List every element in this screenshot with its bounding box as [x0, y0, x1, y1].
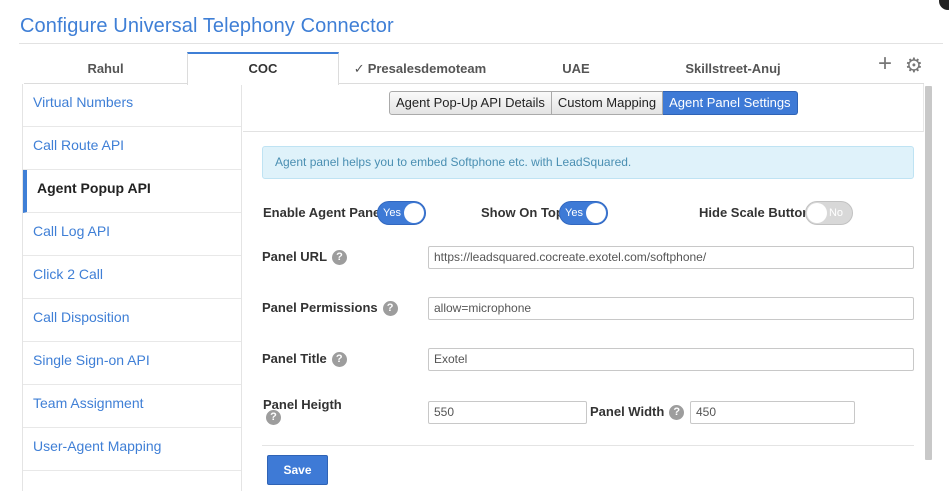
sidebar-item-single-sign-on-api[interactable]: Single Sign-on API	[23, 342, 241, 385]
sidebar-item-virtual-numbers[interactable]: Virtual Numbers	[23, 84, 241, 127]
tab-label: UAE	[562, 61, 590, 76]
toggle-state: Yes	[383, 207, 401, 219]
scrollbar[interactable]	[924, 84, 934, 464]
panel-width-label-text: Panel Width	[590, 404, 665, 419]
toggle-knob	[404, 203, 424, 223]
toggle-state: No	[828, 207, 843, 219]
tab-label: Skillstreet-Anuj	[685, 61, 781, 76]
check-icon: ✓	[353, 61, 365, 76]
help-icon[interactable]: ?	[266, 410, 281, 425]
panel-permissions-label: Panel Permissions?	[262, 300, 398, 317]
help-icon[interactable]: ?	[331, 352, 347, 368]
tab-presalesdemoteam[interactable]: ✓ Presalesdemoteam	[339, 52, 501, 84]
panel-height-input[interactable]: 550	[428, 401, 587, 424]
subtab-group: Agent Pop-Up API Details Custom Mapping …	[389, 91, 798, 115]
panel-width-label: Panel Width?	[590, 404, 685, 421]
panel-url-input[interactable]: https://leadsquared.cocreate.exotel.com/…	[428, 246, 914, 269]
help-icon[interactable]: ?	[669, 405, 685, 421]
subtab-custom-mapping[interactable]: Custom Mapping	[551, 91, 664, 115]
sidebar-item-user-agent-mapping[interactable]: User-Agent Mapping	[23, 428, 241, 471]
dialog-title: Configure Universal Telephony Connector	[20, 15, 394, 37]
sidebar-item-call-disposition[interactable]: Call Disposition	[23, 299, 241, 342]
panel-permissions-label-text: Panel Permissions	[262, 300, 378, 315]
help-icon[interactable]: ?	[332, 250, 348, 266]
sidebar-item-agent-popup-api[interactable]: Agent Popup API	[23, 170, 241, 213]
panel-title-label: Panel Title?	[262, 351, 347, 368]
form-divider	[262, 445, 914, 446]
sidebar-item-call-log-api[interactable]: Call Log API	[23, 213, 241, 256]
save-button[interactable]: Save	[267, 455, 328, 485]
sidebar: Virtual Numbers Call Route API Agent Pop…	[22, 84, 242, 491]
enable-agent-panel-label: Enable Agent Panel	[263, 205, 384, 220]
panel-width-input[interactable]: 450	[690, 401, 855, 424]
subtab-agent-panel-settings[interactable]: Agent Panel Settings	[663, 91, 798, 115]
toggle-knob	[807, 203, 827, 223]
hide-scale-button-toggle[interactable]: No	[805, 201, 853, 225]
subtabs-bar: Agent Pop-Up API Details Custom Mapping …	[243, 84, 924, 132]
sidebar-item-call-route-api[interactable]: Call Route API	[23, 127, 241, 170]
info-alert: Agent panel helps you to embed Softphone…	[262, 146, 914, 179]
tab-uae[interactable]: UAE	[501, 52, 651, 84]
connector-tabs: Rahul COC ✓ Presalesdemoteam UAE Skillstr…	[24, 52, 924, 85]
enable-agent-panel-toggle[interactable]: Yes	[377, 201, 426, 225]
add-icon[interactable]: +	[878, 52, 892, 76]
close-icon[interactable]	[939, 0, 949, 10]
sidebar-item-team-assignment[interactable]: Team Assignment	[23, 385, 241, 428]
tab-skillstreet-anuj[interactable]: Skillstreet-Anuj	[651, 52, 815, 84]
panel-title-input[interactable]: Exotel	[428, 348, 914, 371]
sidebar-item-click-2-call[interactable]: Click 2 Call	[23, 256, 241, 299]
hide-scale-button-label: Hide Scale Button	[699, 205, 811, 220]
scrollbar-thumb[interactable]	[925, 86, 932, 460]
show-on-top-toggle[interactable]: Yes	[559, 201, 608, 225]
tab-label: Rahul	[87, 61, 124, 76]
tab-rahul[interactable]: Rahul	[24, 52, 187, 84]
toggle-state: Yes	[565, 207, 583, 219]
help-icon[interactable]: ?	[382, 301, 398, 317]
gear-icon[interactable]: ⚙	[905, 56, 923, 76]
tab-label: COC	[248, 61, 278, 76]
subtab-agent-popup-api-details[interactable]: Agent Pop-Up API Details	[389, 91, 552, 115]
tab-coc[interactable]: COC	[187, 52, 339, 85]
panel-title-label-text: Panel Title	[262, 351, 327, 366]
panel-url-label: Panel URL?	[262, 249, 348, 266]
toggle-knob	[586, 203, 606, 223]
show-on-top-label: Show On Top	[481, 205, 564, 220]
panel-url-label-text: Panel URL	[262, 249, 328, 264]
title-divider	[19, 43, 943, 44]
tab-label: Presalesdemoteam	[367, 61, 487, 76]
panel-permissions-input[interactable]: allow=microphone	[428, 297, 914, 320]
